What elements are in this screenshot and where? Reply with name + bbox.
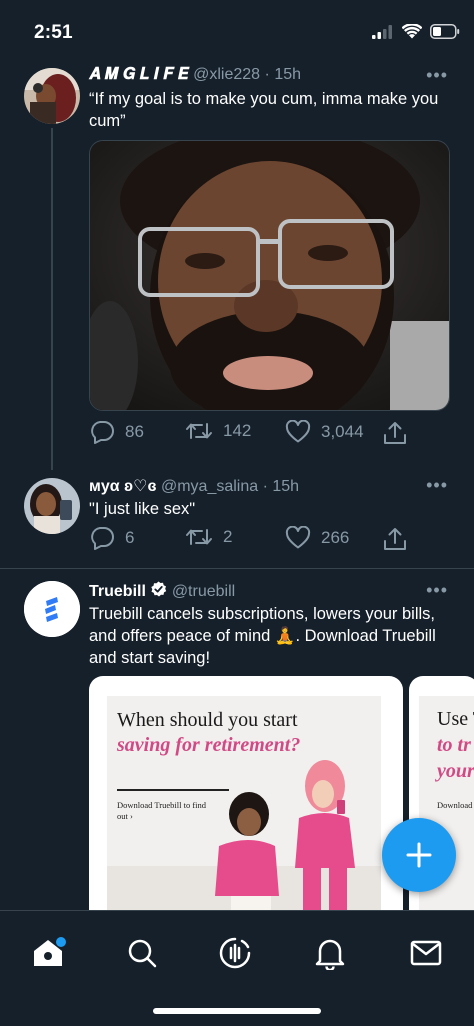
tweet-1[interactable]: 𝑨 𝑴 𝑮 𝑳 𝑰 𝑭 𝑬 @xlie228 · 15h ••• “If my …	[0, 0, 474, 470]
display-name[interactable]: мyα ʚ♡ɞ	[89, 478, 157, 495]
more-options-icon[interactable]: •••	[426, 476, 448, 494]
share-button[interactable]	[382, 526, 408, 552]
retweet-count: 2	[223, 527, 233, 546]
tweet-time: 15h	[272, 478, 300, 495]
ad-card-next-title: Use T	[437, 708, 474, 730]
retweet-icon	[186, 529, 212, 545]
separator-dot: ·	[264, 66, 270, 83]
more-options-icon[interactable]: •••	[426, 581, 448, 599]
verified-badge-icon	[151, 581, 167, 597]
ad-card-next-highlight: to tr your	[437, 734, 474, 782]
like-count: 3,044	[321, 422, 364, 441]
search-icon	[128, 939, 157, 968]
tweet-text: “If my goal is to make you cum, imma mak…	[89, 90, 439, 130]
retweet-button[interactable]: 142	[185, 420, 251, 442]
home-indicator[interactable]	[153, 1008, 321, 1014]
tweet-text: Truebill cancels subscriptions, lowers y…	[89, 605, 436, 667]
share-icon	[384, 528, 406, 550]
retweet-button[interactable]: 2	[185, 526, 232, 548]
bell-icon	[315, 939, 345, 970]
more-options-icon[interactable]: •••	[426, 66, 448, 84]
avatar[interactable]	[24, 581, 80, 637]
new-content-dot	[56, 937, 66, 947]
ad-card[interactable]: When should you start saving for retirem…	[89, 676, 403, 910]
display-name[interactable]: 𝑨 𝑴 𝑮 𝑳 𝑰 𝑭 𝑬	[89, 66, 189, 83]
like-button[interactable]: 266	[285, 526, 349, 550]
tab-notifications[interactable]	[310, 933, 350, 973]
retweet-icon	[186, 423, 212, 439]
reply-button[interactable]: 6	[89, 526, 134, 550]
separator-dot: ·	[262, 478, 268, 495]
share-icon	[384, 422, 406, 444]
avatar[interactable]	[24, 478, 80, 534]
ad-card-highlight: saving for retirement?	[117, 734, 301, 756]
tab-search[interactable]	[122, 933, 162, 973]
reply-count: 86	[125, 422, 144, 441]
tweet-header: мyα ʚ♡ɞ @mya_salina · 15h	[89, 476, 299, 496]
reply-button[interactable]: 86	[89, 420, 144, 444]
avatar[interactable]	[24, 68, 80, 124]
compose-tweet-button[interactable]	[382, 818, 456, 892]
user-handle[interactable]: @xlie228	[193, 66, 260, 83]
display-name[interactable]: Truebill	[89, 583, 146, 600]
heart-icon	[285, 420, 311, 443]
ad-card-next-cta: Download	[437, 800, 473, 810]
like-button[interactable]: 3,044	[285, 420, 364, 444]
reply-icon	[91, 527, 114, 550]
tweet-actions: 6 2 266	[89, 526, 419, 554]
heart-icon	[285, 526, 311, 549]
tweet-time: 15h	[274, 66, 302, 83]
retweet-count: 142	[223, 421, 252, 440]
ad-card-cta[interactable]: Download Truebill to find out ›	[117, 800, 207, 822]
user-handle[interactable]: @truebill	[172, 583, 235, 600]
mail-icon	[410, 940, 442, 966]
ad-card-title: When should you start	[117, 709, 298, 731]
tweet-media-image[interactable]	[89, 140, 450, 411]
reply-count: 6	[125, 528, 135, 547]
user-handle[interactable]: @mya_salina	[161, 478, 258, 495]
tweet-header: Truebill @truebill	[89, 581, 235, 601]
tweet-actions: 86 142 3,044	[89, 420, 419, 448]
tab-home[interactable]	[28, 933, 68, 973]
tweet-2[interactable]: мyα ʚ♡ɞ @mya_salina · 15h ••• "I just li…	[0, 470, 474, 568]
tweet-header: 𝑨 𝑴 𝑮 𝑳 𝑰 𝑭 𝑬 @xlie228 · 15h	[89, 66, 301, 84]
reply-icon	[91, 421, 114, 444]
plus-icon	[406, 842, 432, 868]
tab-messages[interactable]	[406, 933, 446, 973]
share-button[interactable]	[382, 420, 408, 446]
tweet-text: "I just like sex"	[89, 500, 196, 518]
ad-card-rule	[117, 789, 229, 791]
tab-spaces[interactable]	[215, 933, 255, 973]
spaces-icon	[219, 937, 251, 969]
like-count: 266	[321, 528, 350, 547]
